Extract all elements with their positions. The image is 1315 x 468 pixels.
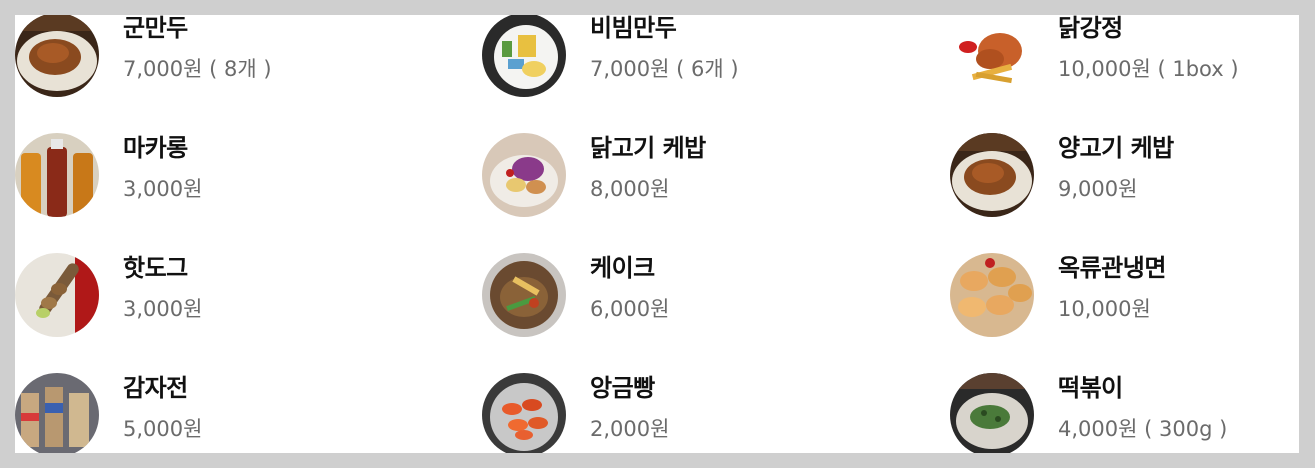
menu-item-tteokbokki[interactable]: 떡볶이 4,000원 ( 300g ): [950, 373, 1227, 453]
menu-item-macaron[interactable]: 마카롱 3,000원: [15, 133, 202, 217]
menu-item-name: 비빔만두: [590, 15, 677, 42]
menu-item-gunmandu[interactable]: 군만두 7,000원 ( 8개 ): [15, 15, 272, 97]
menu-item-bibimmandu[interactable]: 비빔만두 7,000원 ( 6개 ): [482, 15, 739, 97]
menu-item-name: 군만두: [123, 15, 188, 42]
menu-item-name: 앙금빵: [590, 374, 655, 402]
food-photo-skewer-icon: [15, 253, 99, 337]
food-photo-fried-cutlet-icon: [950, 133, 1034, 217]
menu-item-price: 5,000원: [123, 417, 203, 441]
food-photo-soup-bowl-icon: [950, 373, 1034, 453]
food-photo-fried-cutlet-icon: [15, 15, 99, 97]
menu-grid: 군만두 7,000원 ( 8개 ) 비빔만두 7,000원 ( 6개 ) 닭강정…: [15, 15, 1299, 453]
food-photo-drink-bottles-icon: [15, 133, 99, 217]
food-photo-plated-dish-icon: [482, 15, 566, 97]
menu-item-price: 3,000원: [123, 177, 203, 201]
menu-item-name: 핫도그: [123, 254, 188, 282]
menu-item-price: 2,000원: [590, 417, 670, 441]
food-photo-stir-fry-icon: [482, 253, 566, 337]
menu-item-name: 케이크: [590, 254, 655, 282]
menu-item-gamjajeon[interactable]: 감자전 5,000원: [15, 373, 202, 453]
menu-item-name: 마카롱: [123, 134, 188, 162]
menu-item-chicken-kebab[interactable]: 닭고기 케밥 8,000원: [482, 133, 706, 217]
menu-item-price: 4,000원 ( 300g ): [1058, 417, 1228, 441]
food-photo-salad-icon: [482, 133, 566, 217]
menu-item-lamb-kebab[interactable]: 양고기 케밥 9,000원: [950, 133, 1174, 217]
menu-item-name: 감자전: [123, 374, 188, 402]
menu-item-name: 닭강정: [1058, 15, 1123, 42]
menu-item-price: 3,000원: [123, 297, 203, 321]
menu-item-name: 옥류관냉면: [1058, 254, 1166, 282]
menu-item-dakgangjeong[interactable]: 닭강정 10,000원 ( 1box ): [950, 15, 1239, 97]
menu-item-okryugwan-naengmyeon[interactable]: 옥류관냉면 10,000원: [950, 253, 1166, 337]
menu-item-price: 10,000원: [1058, 297, 1151, 321]
menu-item-cake[interactable]: 케이크 6,000원: [482, 253, 669, 337]
food-photo-fried-chicken-icon: [950, 15, 1034, 97]
menu-item-name: 양고기 케밥: [1058, 134, 1174, 162]
menu-item-price: 6,000원: [590, 297, 670, 321]
food-photo-snack-bags-icon: [15, 373, 99, 453]
menu-item-price: 7,000원 ( 6개 ): [590, 57, 739, 81]
menu-item-price: 8,000원: [590, 177, 670, 201]
menu-item-price: 9,000원: [1058, 177, 1138, 201]
menu-item-price: 7,000원 ( 8개 ): [123, 57, 272, 81]
menu-item-name: 떡볶이: [1058, 374, 1123, 402]
menu-panel: 군만두 7,000원 ( 8개 ) 비빔만두 7,000원 ( 6개 ) 닭강정…: [15, 15, 1299, 453]
food-photo-dumplings-icon: [950, 253, 1034, 337]
food-photo-shrimp-icon: [482, 373, 566, 453]
menu-item-name: 닭고기 케밥: [590, 134, 706, 162]
menu-item-angeumppang[interactable]: 앙금빵 2,000원: [482, 373, 669, 453]
menu-item-price: 10,000원 ( 1box ): [1058, 57, 1239, 81]
menu-item-hotdog[interactable]: 핫도그 3,000원: [15, 253, 202, 337]
